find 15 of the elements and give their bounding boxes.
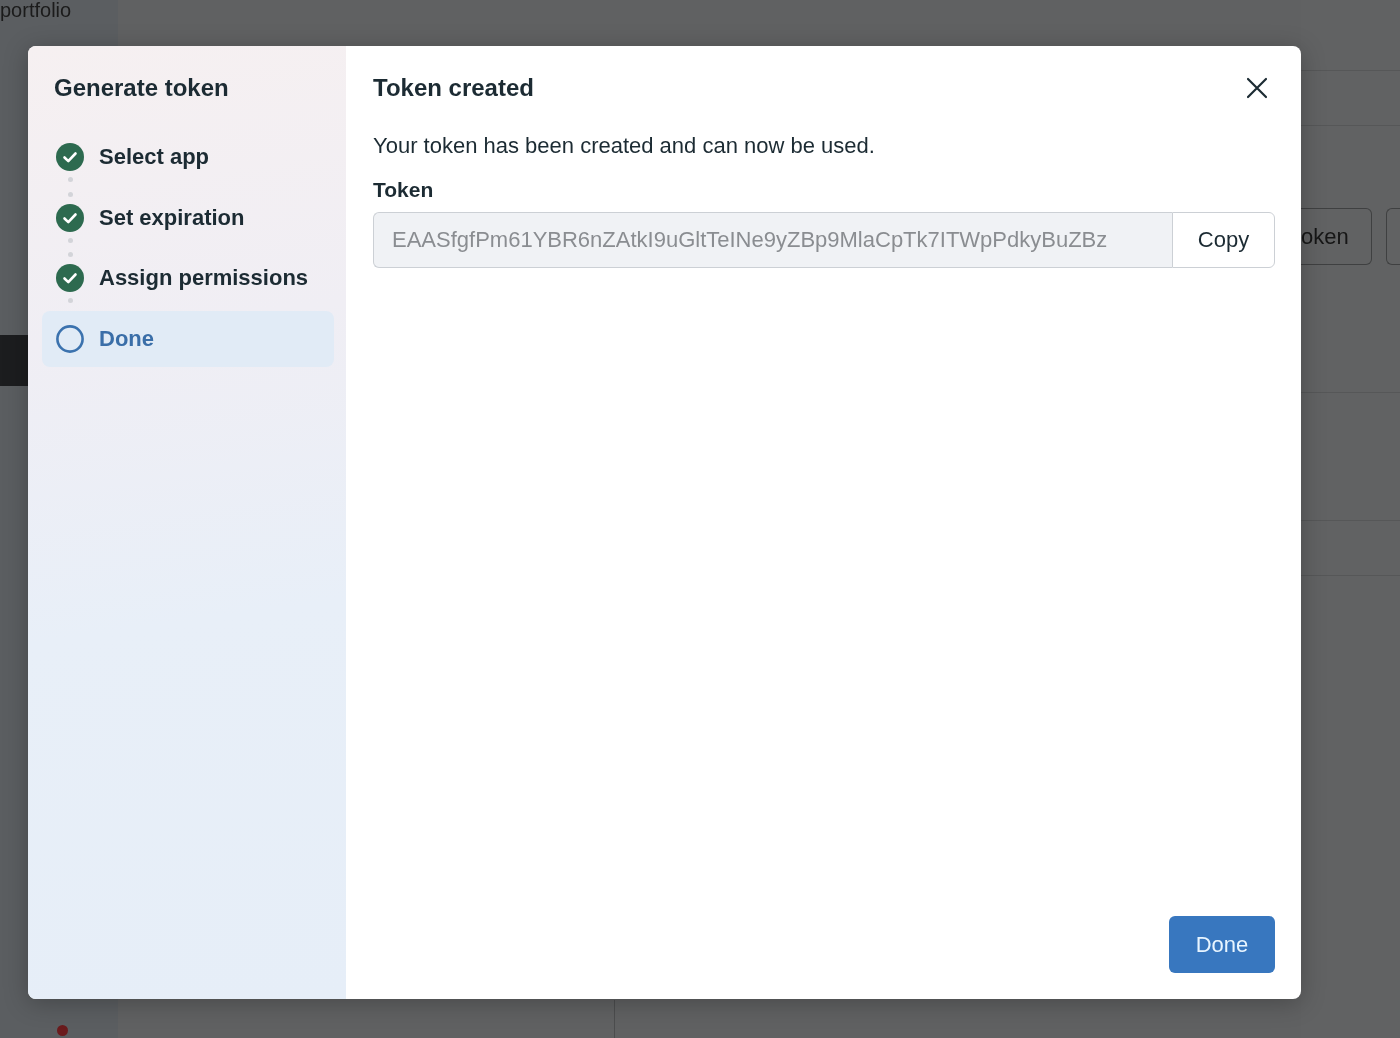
done-button[interactable]: Done xyxy=(1169,916,1275,973)
sidebar-title: Generate token xyxy=(54,73,229,103)
nav-item-strip xyxy=(0,335,28,386)
close-button[interactable] xyxy=(1244,75,1270,101)
step-item[interactable]: Done xyxy=(42,310,334,367)
field-label: Token xyxy=(373,177,434,203)
step-item[interactable]: Select app xyxy=(42,129,334,185)
step-item[interactable]: Assign permissions xyxy=(42,250,334,306)
close-icon xyxy=(1246,77,1268,99)
status-dot-icon xyxy=(57,1025,68,1036)
copy-button[interactable]: Copy xyxy=(1172,212,1275,268)
step-item[interactable]: Set expiration xyxy=(42,189,334,246)
message-text: Your token has been created and can now be used. xyxy=(373,132,875,160)
page-title: portfolio xyxy=(0,0,72,20)
dialog-title: Token created xyxy=(373,73,534,103)
